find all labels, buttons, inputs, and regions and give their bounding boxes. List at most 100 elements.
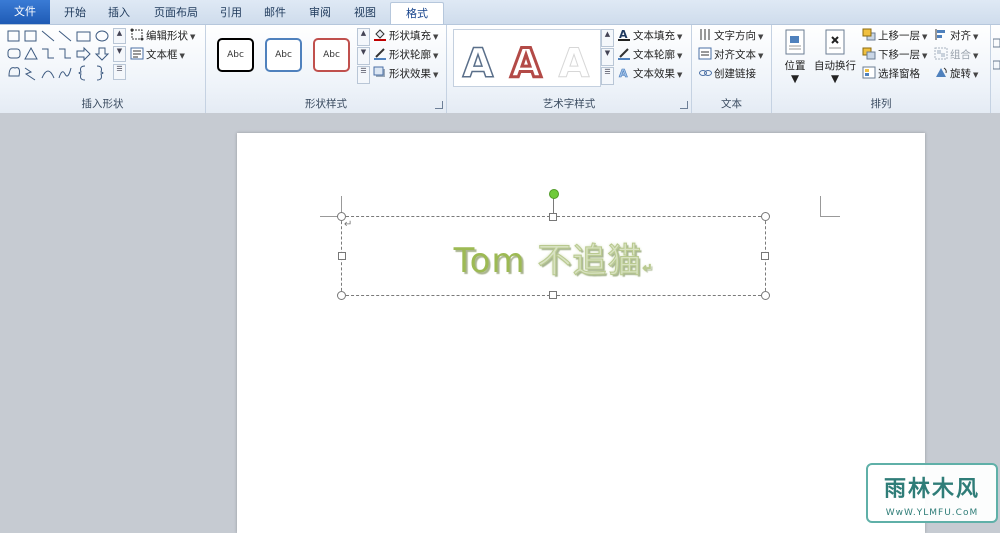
text-fill-icon: A [617, 28, 631, 41]
text-box-button[interactable]: 文本框 ▼ [130, 47, 185, 64]
watermark-url: WwW.YLMFU.CoM [885, 508, 979, 518]
bring-forward-button[interactable]: 上移一层 ▼ [862, 28, 927, 45]
rectangle-shape-icon [76, 31, 91, 42]
text-box-icon [130, 47, 144, 60]
text-direction-label: 文字方向 [714, 30, 756, 42]
svg-text:A: A [619, 67, 628, 79]
document-canvas[interactable]: ↵ Tom 不追猫↵ [0, 113, 1000, 533]
chevron-down-icon: ▼ [830, 73, 840, 85]
tab-page-layout[interactable]: 页面布局 [148, 2, 204, 24]
shape-style-blue[interactable]: Abc [265, 38, 302, 72]
group-arrange: 位置 ▼ 自动换行 ▼ 上移一层 ▼ 下移一层 ▼ 选择窗格 对齐 ▼ 组合 ▼… [772, 25, 991, 113]
wordart-text[interactable]: Tom 不追猫↵ [342, 233, 765, 282]
shape-outline-button[interactable]: 形状轮廓 ▼ [373, 47, 438, 64]
group-objects-button[interactable]: 组合 ▼ [934, 47, 978, 64]
resize-handle-bottom-right[interactable] [761, 291, 770, 300]
group-label-insert-shapes: 插入形状 [81, 98, 124, 110]
shape-style-red[interactable]: Abc [313, 38, 350, 72]
send-backward-button[interactable]: 下移一层 ▼ [862, 47, 927, 64]
site-watermark-logo: 雨林木风 WwW.YLMFU.CoM [866, 463, 998, 523]
shapes-grid-icons[interactable] [5, 28, 115, 84]
group-label-text: 文本 [721, 98, 742, 110]
resize-handle-top-right[interactable] [761, 212, 770, 221]
arrow-line-shape-icon [58, 30, 72, 42]
wordart-scroll-down[interactable]: ▼ [601, 48, 614, 66]
bring-forward-label: 上移一层 [878, 30, 920, 42]
shape-styles-more[interactable]: ☰ [357, 66, 370, 84]
chevron-down-icon: ▼ [790, 73, 800, 85]
align-label: 对齐 [950, 30, 971, 42]
shape-styles-scroll-up[interactable]: ▲ [357, 28, 370, 46]
chevron-down-icon: ▼ [758, 33, 764, 41]
resize-handle-bottom-left[interactable] [337, 291, 346, 300]
size-icon[interactable] [993, 37, 1000, 77]
text-effects-label: 文本效果 [633, 68, 675, 80]
wordart-gallery[interactable]: A A A [453, 29, 601, 90]
paragraph-mark-top: ↵ [344, 219, 353, 230]
chevron-down-icon: ▼ [677, 33, 683, 41]
wordart-styles-dialog-launcher[interactable] [680, 101, 688, 109]
text-direction-button[interactable]: 文字方向 ▼ [698, 28, 763, 45]
group-label-shape-styles: 形状样式 [305, 98, 347, 110]
wordart-style-light[interactable]: A [554, 38, 594, 90]
group-insert-shapes: ▲ ▼ ☰ 编辑形状 ▼ 文本框 ▼ 插入形状 [0, 25, 206, 113]
resize-handle-bottom[interactable] [549, 291, 557, 299]
rotate-handle[interactable] [549, 189, 559, 199]
down-arrow-shape-icon [94, 47, 110, 61]
wordart-style-red[interactable]: A [506, 38, 546, 90]
tab-references[interactable]: 引用 [214, 2, 248, 24]
align-text-label: 对齐文本 [714, 49, 756, 61]
tab-review[interactable]: 审阅 [303, 2, 337, 24]
position-button[interactable]: 位置 ▼ [774, 28, 816, 85]
tab-insert[interactable]: 插入 [102, 2, 136, 24]
tab-file[interactable]: 文件 [0, 0, 50, 24]
shape-effects-button[interactable]: 形状效果 ▼ [373, 66, 438, 83]
shapes-gallery-scroll-up[interactable]: ▲ [113, 28, 126, 44]
wordart-scroll-up[interactable]: ▲ [601, 29, 614, 47]
chevron-down-icon: ▼ [758, 52, 764, 60]
group-objects-label: 组合 [950, 49, 971, 61]
text-fill-button[interactable]: A 文本填充 ▼ [617, 28, 682, 45]
tab-format[interactable]: 格式 [390, 2, 444, 26]
shape-styles-dialog-launcher[interactable] [435, 101, 443, 109]
resize-handle-top[interactable] [549, 213, 557, 221]
shape-fill-button[interactable]: 形状填充 ▼ [373, 28, 438, 45]
group-objects-icon [934, 47, 948, 60]
tab-home[interactable]: 开始 [58, 2, 92, 24]
ribbon-tab-bar: 文件 开始 插入 页面布局 引用 邮件 审阅 视图 格式 [0, 0, 1000, 26]
line-shape-icon [41, 30, 55, 42]
ribbon: ▲ ▼ ☰ 编辑形状 ▼ 文本框 ▼ 插入形状 Abc Abc Abc ▲ ▼ ☰ … [0, 24, 1000, 114]
selection-pane-button[interactable]: 选择窗格 [862, 66, 920, 83]
crop-mark-top-right-v [820, 196, 821, 216]
create-link-button[interactable]: 创建链接 [698, 66, 756, 83]
shapes-gallery-scroll-down[interactable]: ▼ [113, 46, 126, 62]
callout-shape-icon [8, 67, 20, 77]
wordart-style-outline-blue[interactable]: A [458, 38, 498, 90]
shapes-gallery-more[interactable]: ☰ [113, 64, 126, 80]
text-effects-icon: A [617, 66, 631, 81]
text-outline-button[interactable]: 文本轮廓 ▼ [617, 47, 682, 64]
edit-shape-button[interactable]: 编辑形状 ▼ [130, 28, 195, 45]
rotate-button[interactable]: 旋转 ▼ [934, 66, 978, 83]
tab-view[interactable]: 视图 [348, 2, 382, 24]
shape-styles-scroll-down[interactable]: ▼ [357, 47, 370, 65]
chevron-down-icon: ▼ [677, 52, 683, 60]
paint-bucket-icon [373, 28, 387, 41]
align-button[interactable]: 对齐 ▼ [934, 28, 978, 45]
text-direction-icon [698, 28, 712, 41]
wrap-text-button[interactable]: 自动换行 ▼ [814, 28, 856, 85]
shapes-gallery[interactable] [5, 28, 115, 88]
wordart-more[interactable]: ☰ [601, 67, 614, 85]
position-icon [783, 28, 807, 56]
group-size-partial [991, 25, 1000, 113]
document-page[interactable]: ↵ Tom 不追猫↵ [237, 133, 925, 533]
position-label: 位置 [784, 60, 806, 72]
align-text-button[interactable]: 对齐文本 ▼ [698, 47, 763, 64]
chevron-down-icon: ▼ [433, 52, 439, 60]
group-wordart-styles: A A A ▲ ▼ ☰ A 文本填充 ▼ 文本轮廓 ▼ A 文本效果 ▼ 艺术字样式 [447, 25, 692, 113]
tab-mailings[interactable]: 邮件 [258, 2, 292, 24]
wordart-text-box[interactable]: ↵ Tom 不追猫↵ [337, 189, 770, 300]
text-effects-button[interactable]: A 文本效果 ▼ [617, 66, 683, 83]
shape-style-black[interactable]: Abc [217, 38, 254, 72]
selection-pane-label: 选择窗格 [878, 68, 920, 80]
